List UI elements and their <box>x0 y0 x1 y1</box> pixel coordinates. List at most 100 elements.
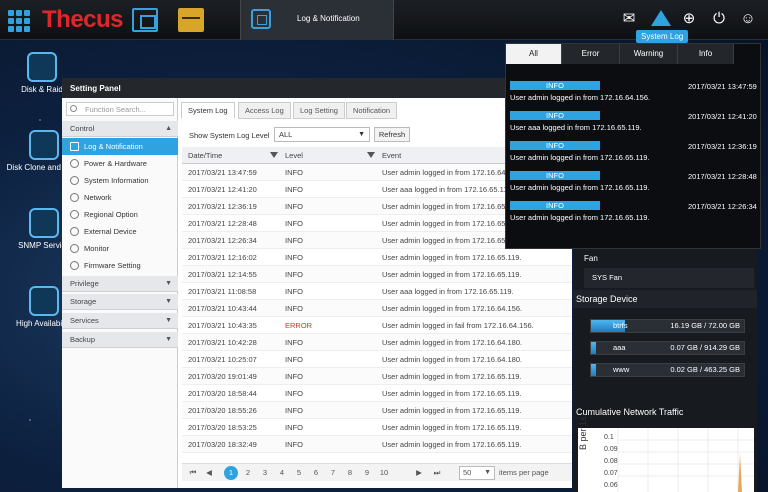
table-row[interactable]: 2017/03/21 10:43:35 ERROR User admin logge… <box>182 317 572 334</box>
row-level: ERROR <box>285 321 313 330</box>
items-per-page-select[interactable]: 50 ▼ <box>459 466 495 480</box>
tab-access-log[interactable]: Access Log <box>238 102 291 119</box>
volume-name: www <box>613 365 630 374</box>
column-datetime[interactable]: Date/Time <box>188 147 222 164</box>
table-row[interactable]: 2017/03/20 18:55:26 INFO User admin logged… <box>182 402 572 419</box>
function-search-input[interactable]: Function Search... <box>66 102 174 116</box>
notif-tab-info[interactable]: Info <box>678 44 734 64</box>
table-row[interactable]: 2017/03/21 12:14:55 INFO User admin logged… <box>182 266 572 283</box>
table-row[interactable]: 2017/03/20 19:01:49 INFO User admin logged… <box>182 368 572 385</box>
group-services[interactable]: Services ▼ <box>62 313 178 329</box>
notif-message[interactable]: User admin logged in from 172.16.65.119. <box>510 213 650 222</box>
row-datetime: 2017/03/20 18:55:26 <box>188 406 257 415</box>
group-control[interactable]: Control ▲ <box>62 121 178 137</box>
windows-icon[interactable] <box>132 8 158 32</box>
warning-icon[interactable] <box>651 10 671 26</box>
chevron-down-icon: ▼ <box>165 317 172 324</box>
sidebar-item-external-device[interactable]: External Device <box>62 223 178 240</box>
row-level: INFO <box>285 287 303 296</box>
table-row[interactable]: 2017/03/20 18:58:44 INFO User admin logged… <box>182 385 572 402</box>
row-event: User admin logged in from 172.16.64.180. <box>382 355 523 364</box>
brand-logo: Thecus <box>42 6 124 33</box>
taskbar-window-tab[interactable]: Log & Notification <box>240 0 394 40</box>
page-7[interactable]: 7 <box>326 466 340 480</box>
row-datetime: 2017/03/20 18:58:44 <box>188 389 257 398</box>
row-event: User admin logged in from 172.16.64.156. <box>382 168 523 177</box>
column-level[interactable]: Level <box>285 147 303 164</box>
sidebar-item-log-notification[interactable]: Log & Notification <box>62 138 178 155</box>
tab-notification[interactable]: Notification <box>346 102 398 119</box>
notif-time: 2017/03/21 12:36:19 <box>688 142 757 151</box>
table-row[interactable]: 2017/03/20 18:53:25 INFO User admin logged… <box>182 419 572 436</box>
volume-name: aaa <box>613 343 626 352</box>
log-level-label: Show System Log Level <box>189 131 270 140</box>
sidebar-item-network[interactable]: Network <box>62 189 178 206</box>
tab-log-setting[interactable]: Log Setting <box>293 102 345 119</box>
app-grid-icon[interactable] <box>8 10 30 32</box>
row-datetime: 2017/03/20 18:53:25 <box>188 423 257 432</box>
page-8[interactable]: 8 <box>343 466 357 480</box>
notif-tab-error[interactable]: Error <box>562 44 620 64</box>
filter-icon[interactable] <box>270 152 278 158</box>
first-page-icon[interactable]: ⏮ <box>188 468 198 478</box>
network-y-tick: 0.07 <box>604 470 618 477</box>
page-2[interactable]: 2 <box>241 466 255 480</box>
row-level: INFO <box>285 389 303 398</box>
table-row[interactable]: 2017/03/21 10:25:07 INFO User admin logged… <box>182 351 572 368</box>
table-row[interactable]: 2017/03/20 18:32:49 INFO User admin logged… <box>182 436 572 453</box>
next-page-icon[interactable]: ▶ <box>414 468 424 478</box>
notif-message[interactable]: User admin logged in from 172.16.64.156. <box>510 93 650 102</box>
table-row[interactable]: 2017/03/21 12:16:02 INFO User admin logged… <box>182 249 572 266</box>
prev-page-icon[interactable]: ◀ <box>204 468 214 478</box>
page-5[interactable]: 5 <box>292 466 306 480</box>
table-row[interactable]: 2017/03/21 10:42:28 INFO User admin logged… <box>182 334 572 351</box>
user-icon[interactable]: ☺ <box>739 10 757 28</box>
page-3[interactable]: 3 <box>258 466 272 480</box>
page-6[interactable]: 6 <box>309 466 323 480</box>
row-level: INFO <box>285 355 303 364</box>
group-backup[interactable]: Backup ▼ <box>62 332 178 348</box>
notif-message[interactable]: User admin logged in from 172.16.65.119. <box>510 153 650 162</box>
notif-tab-warning[interactable]: Warning <box>620 44 678 64</box>
network-traffic-title: Cumulative Network Traffic <box>576 407 684 417</box>
volume-bar: aaa 0.07 GB / 914.29 GB <box>590 341 745 355</box>
column-event[interactable]: Event <box>382 147 401 164</box>
sidebar-item-power-hardware[interactable]: Power & Hardware <box>62 155 178 172</box>
network-y-tick: 0.08 <box>604 458 618 465</box>
group-storage[interactable]: Storage ▼ <box>62 294 178 310</box>
volume-name: btrfs <box>613 321 628 330</box>
sidebar-item-firmware-setting[interactable]: Firmware Setting <box>62 257 178 274</box>
notif-time: 2017/03/21 12:28:48 <box>688 172 757 181</box>
sidebar-item-system-information[interactable]: System Information <box>62 172 178 189</box>
page-4[interactable]: 4 <box>275 466 289 480</box>
row-level: INFO <box>285 202 303 211</box>
table-row[interactable]: 2017/03/21 10:43:44 INFO User admin logged… <box>182 300 572 317</box>
system-log-tooltip: System Log <box>636 30 689 43</box>
pagination: ⏮ ◀ 1 2 3 4 5 6 7 8 9 10 ▶ ⏭ 50 ▼ items per page <box>182 463 572 481</box>
row-event: User admin logged in from 172.16.65.119. <box>382 372 522 381</box>
sidebar-item-monitor[interactable]: Monitor <box>62 240 178 257</box>
notif-level-badge: INFO <box>510 141 600 150</box>
setting-panel-titlebar[interactable] <box>62 78 572 98</box>
page-9[interactable]: 9 <box>360 466 374 480</box>
last-page-icon[interactable]: ⏭ <box>432 468 442 478</box>
group-privilege[interactable]: Privilege ▼ <box>62 276 178 292</box>
filter-icon[interactable] <box>367 152 375 158</box>
power-icon[interactable]: ⏻ <box>710 10 728 28</box>
row-level: INFO <box>285 440 303 449</box>
folder-icon[interactable] <box>178 8 204 32</box>
notif-time: 2017/03/21 12:41:20 <box>688 112 757 121</box>
row-level: INFO <box>285 236 303 245</box>
notif-message[interactable]: User admin logged in from 172.16.65.119. <box>510 183 650 192</box>
log-level-select[interactable]: ALL ▼ <box>274 127 370 142</box>
table-row[interactable]: 2017/03/21 11:08:58 INFO User aaa logged i… <box>182 283 572 300</box>
mail-icon[interactable]: ✉ <box>620 10 638 28</box>
page-1[interactable]: 1 <box>224 466 238 480</box>
page-10[interactable]: 10 <box>377 466 391 480</box>
notif-message[interactable]: User aaa logged in from 172.16.65.119. <box>510 123 642 132</box>
sidebar-item-regional-option[interactable]: Regional Option <box>62 206 178 223</box>
refresh-button[interactable]: Refresh <box>374 127 410 142</box>
zoom-icon[interactable]: ⊕ <box>680 10 698 28</box>
notif-tab-all[interactable]: All <box>506 44 562 64</box>
tab-system-log[interactable]: System Log <box>181 102 235 119</box>
